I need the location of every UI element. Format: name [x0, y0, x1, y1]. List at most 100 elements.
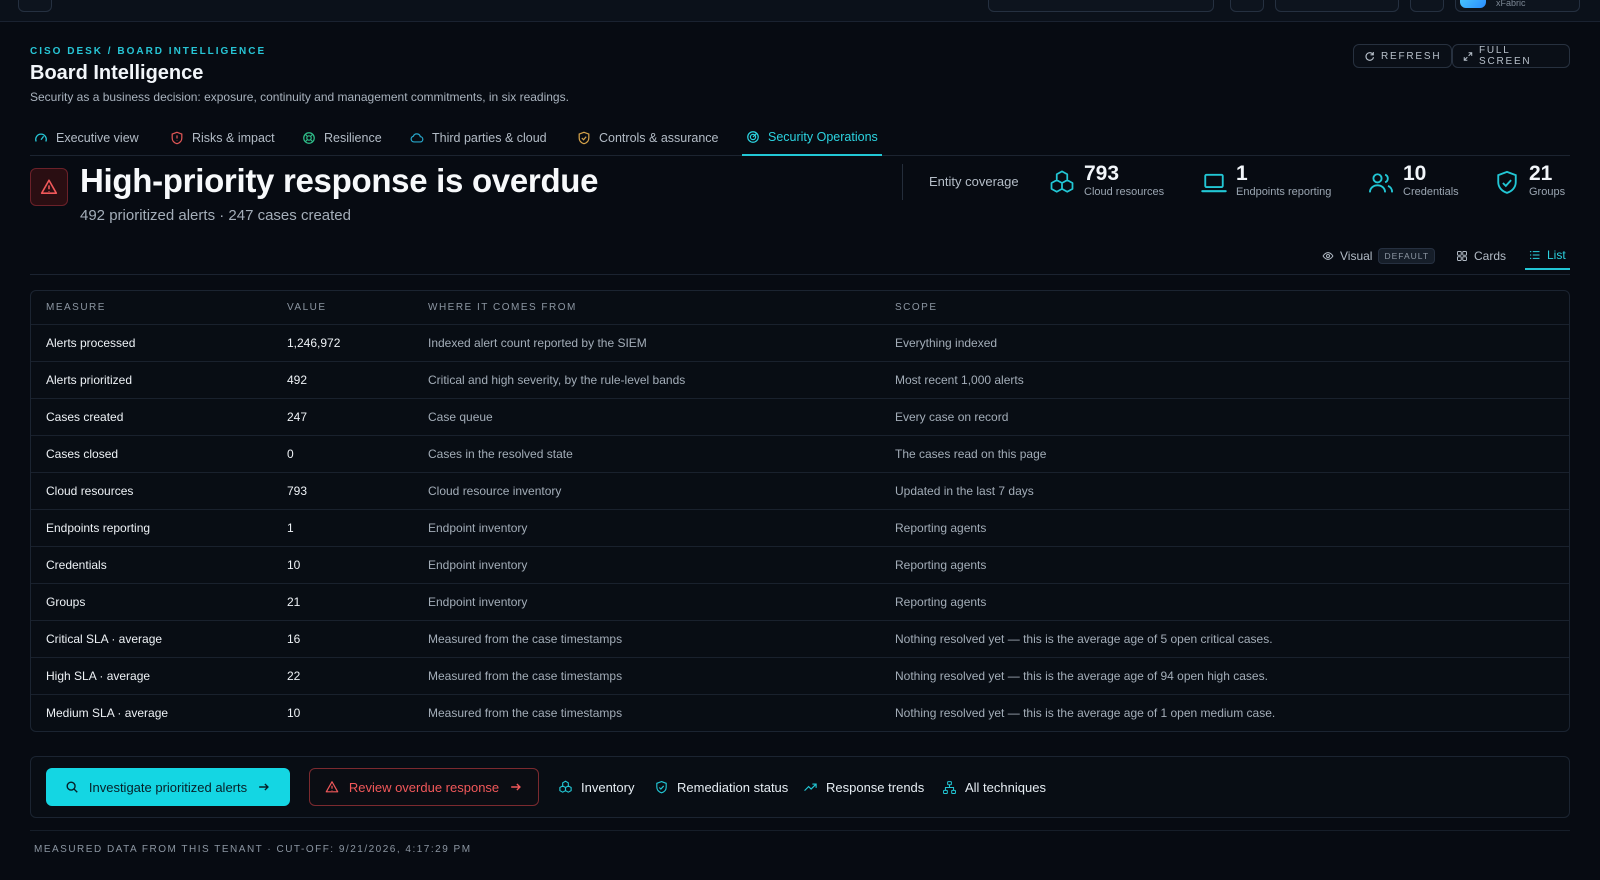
scope-cell: The cases read on this page: [895, 447, 1047, 461]
page-title: Board Intelligence: [30, 62, 204, 84]
value-cell: 0: [287, 447, 294, 461]
section-tabs: Executive view Risks & impact Resilience…: [30, 120, 1570, 156]
radar-icon: [747, 131, 759, 143]
review-overdue-button[interactable]: Review overdue response: [309, 768, 539, 806]
stat-endpoints-reporting: 1 Endpoints reporting: [1200, 162, 1331, 198]
all-techniques-label: All techniques: [965, 779, 1046, 795]
workspace-selector[interactable]: [1275, 0, 1399, 12]
notifications-button[interactable]: [1230, 0, 1264, 12]
value-cell: 16: [287, 632, 301, 646]
divider: [902, 164, 903, 200]
tab-executive-view[interactable]: Executive view: [30, 120, 143, 156]
stat-cloud-resources: 793 Cloud resources: [1048, 162, 1164, 198]
tab-label: Risks & impact: [192, 131, 275, 145]
help-button[interactable]: [1410, 0, 1444, 12]
expand-icon: [1463, 51, 1473, 61]
value-cell: 22: [287, 669, 301, 683]
stat-label: Groups: [1529, 186, 1566, 198]
investigate-alerts-button[interactable]: Investigate prioritized alerts: [46, 768, 290, 806]
gauge-icon: [35, 133, 47, 142]
tab-label: Executive view: [56, 131, 139, 145]
table-row: Alerts processed 1,246,972 Indexed alert c…: [31, 324, 1569, 361]
inventory-link[interactable]: Inventory: [558, 768, 634, 806]
grid-icon: [1457, 251, 1467, 261]
breadcrumb[interactable]: CISO DESK / BOARD INTELLIGENCE: [30, 46, 266, 57]
stat-value: 10: [1403, 162, 1427, 185]
search-icon: [66, 781, 78, 793]
measure-cell: Cases created: [46, 410, 124, 424]
stat-credentials: 10 Credentials: [1367, 162, 1459, 198]
measure-cell: High SLA · average: [46, 669, 151, 683]
table-row: High SLA · average 22 Measured from the ca…: [31, 657, 1569, 694]
stat-value: 21: [1529, 162, 1553, 185]
scope-cell: Nothing resolved yet — this is the avera…: [895, 632, 1273, 646]
measure-cell: Medium SLA · average: [46, 706, 169, 720]
inventory-label: Inventory: [581, 779, 635, 795]
boxes-icon: [1050, 170, 1074, 193]
source-cell: Measured from the case timestamps: [428, 632, 623, 646]
measures-table: MEASURE VALUE WHERE IT COMES FROM SCOPE …: [30, 290, 1570, 732]
remediation-status-link[interactable]: Remediation status: [654, 768, 788, 806]
warning-triangle-icon: [40, 179, 58, 194]
menu-button[interactable]: [18, 0, 52, 12]
refresh-button[interactable]: REFRESH: [1353, 44, 1453, 68]
refresh-label: REFRESH: [1381, 50, 1442, 62]
lifebuoy-icon: [303, 132, 315, 144]
divider: [30, 274, 1570, 275]
top-navigation-bar: xFabric: [0, 0, 1600, 22]
table-header-row: MEASURE VALUE WHERE IT COMES FROM SCOPE: [31, 291, 1569, 324]
scope-cell: Every case on record: [895, 410, 1009, 424]
stat-label: Endpoints reporting: [1236, 186, 1332, 198]
tab-label: Third parties & cloud: [432, 131, 547, 145]
view-visual-label: Visual: [1340, 249, 1373, 263]
measure-cell: Groups: [46, 595, 86, 609]
scope-cell: Reporting agents: [895, 558, 987, 572]
tab-risks-impact[interactable]: Risks & impact: [166, 120, 279, 156]
measure-cell: Cases closed: [46, 447, 119, 461]
value-cell: 10: [287, 706, 301, 720]
table-row: Alerts prioritized 492 Critical and high s…: [31, 361, 1569, 398]
global-search-input[interactable]: [988, 0, 1214, 12]
measure-cell: Alerts prioritized: [46, 373, 133, 387]
users-icon: [1368, 173, 1394, 193]
arrow-right-icon: [511, 783, 522, 791]
view-list-button[interactable]: List: [1525, 242, 1570, 270]
default-badge: DEFAULT: [1378, 248, 1436, 264]
table-row: Cases closed 0 Cases in the resolved state…: [31, 435, 1569, 472]
response-trends-label: Response trends: [826, 779, 925, 795]
value-cell: 1,246,972: [287, 336, 341, 350]
divider: [30, 830, 1570, 831]
value-cell: 492: [287, 373, 308, 387]
value-cell: 10: [287, 558, 301, 572]
table-row: Cloud resources 793 Cloud resource invento…: [31, 472, 1569, 509]
measure-cell: Endpoints reporting: [46, 521, 151, 535]
network-icon: [943, 780, 956, 794]
tab-security-operations[interactable]: Security Operations: [742, 120, 882, 156]
source-cell: Case queue: [428, 410, 493, 424]
stat-value: 1: [1236, 162, 1248, 185]
source-cell: Endpoint inventory: [428, 558, 528, 572]
value-cell: 793: [287, 484, 308, 498]
column-header-measure: MEASURE: [46, 302, 106, 313]
tab-resilience[interactable]: Resilience: [298, 120, 386, 156]
tab-controls-assurance[interactable]: Controls & assurance: [573, 120, 723, 156]
tab-third-parties-cloud[interactable]: Third parties & cloud: [406, 120, 551, 156]
stat-label: Cloud resources: [1084, 186, 1165, 198]
response-trends-link[interactable]: Response trends: [803, 768, 924, 806]
tab-label: Resilience: [324, 131, 382, 145]
full-screen-button[interactable]: FULL SCREEN: [1452, 44, 1570, 68]
avatar: [1460, 0, 1486, 8]
stat-groups: 21 Groups: [1493, 162, 1565, 198]
all-techniques-link[interactable]: All techniques: [942, 768, 1046, 806]
source-cell: Cases in the resolved state: [428, 447, 573, 461]
table-row: Medium SLA · average 10 Measured from the …: [31, 694, 1569, 731]
list-icon: [1529, 250, 1540, 260]
measure-cell: Credentials: [46, 558, 107, 572]
shield-alert-icon: [171, 131, 183, 145]
remediation-status-label: Remediation status: [677, 779, 789, 795]
view-visual-button[interactable]: Visual DEFAULT: [1322, 242, 1436, 270]
view-cards-button[interactable]: Cards: [1456, 242, 1506, 270]
column-header-value: VALUE: [287, 302, 327, 313]
entity-coverage-label: Entity coverage: [929, 174, 1019, 189]
source-cell: Endpoint inventory: [428, 521, 528, 535]
